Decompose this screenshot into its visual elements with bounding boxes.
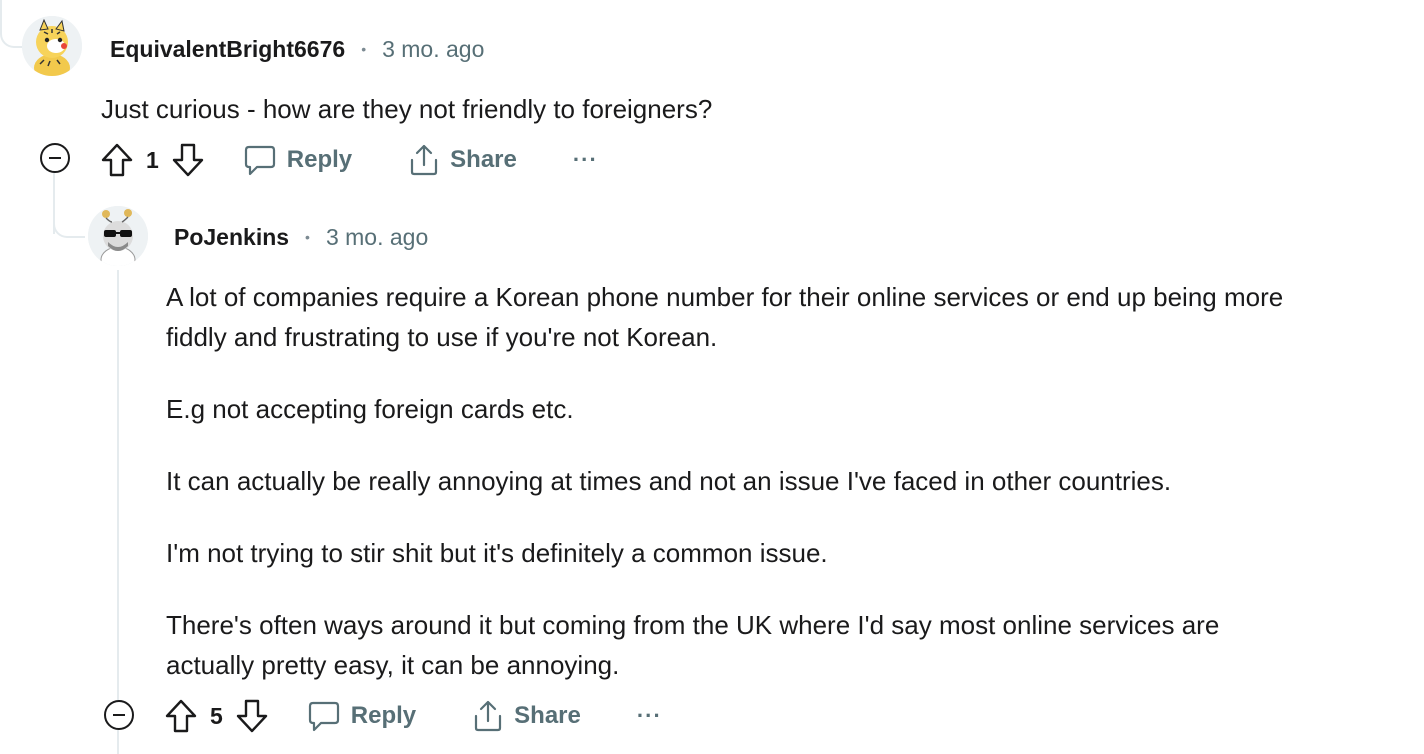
comment-timestamp[interactable]: 3 mo. ago	[382, 36, 484, 63]
comment-meta: PoJenkins • 3 mo. ago	[174, 220, 428, 254]
thread-connector-top	[0, 0, 22, 48]
comment-paragraph: There's often ways around it but coming …	[166, 605, 1283, 685]
more-options-button[interactable]: ···	[573, 147, 598, 173]
share-upload-icon	[475, 700, 502, 732]
downvote-button[interactable]	[235, 698, 269, 734]
thread-line-comment-2	[117, 270, 119, 700]
minus-circle-icon	[49, 157, 61, 159]
arrow-down-outline-icon	[172, 143, 203, 177]
downvote-button[interactable]	[171, 142, 205, 178]
upvote-button[interactable]	[100, 142, 134, 178]
reply-label: Reply	[286, 146, 353, 173]
comment-line: actually pretty easy, it can be annoying…	[166, 650, 620, 680]
minus-circle-icon	[113, 714, 125, 716]
share-button[interactable]: Share	[472, 699, 581, 733]
meta-separator: •	[305, 229, 310, 245]
author-name[interactable]: EquivalentBright6676	[110, 36, 345, 63]
comment-paragraph: I'm not trying to stir shit but it's def…	[166, 538, 828, 568]
share-button[interactable]: Share	[408, 143, 517, 177]
vote-group: 5	[164, 698, 269, 734]
thread-line-comment-2-bottom	[117, 730, 119, 754]
comment-body: A lot of companies require a Korean phon…	[166, 277, 1283, 685]
speech-bubble-icon	[308, 701, 339, 732]
author-name[interactable]: PoJenkins	[174, 224, 289, 251]
upvote-button[interactable]	[164, 698, 198, 734]
thread-elbow-reply	[53, 200, 85, 238]
more-options-button[interactable]: ···	[637, 703, 662, 729]
arrow-up-outline-icon	[101, 143, 133, 177]
reply-button[interactable]: Reply	[243, 143, 352, 177]
vote-score: 1	[146, 146, 159, 173]
vote-group: 1	[100, 142, 205, 178]
comment-line: fiddly and frustrating to use if you're …	[166, 322, 718, 352]
comment-paragraph: It can actually be really annoying at ti…	[166, 466, 1172, 496]
arrow-down-outline-icon	[236, 699, 267, 733]
comment-actions: 5 Reply Share ···	[164, 696, 662, 736]
comment-body: Just curious - how are they not friendly…	[101, 89, 712, 129]
share-label: Share	[450, 146, 517, 173]
avatar-sunglasses-icon	[88, 206, 148, 266]
comment-paragraph: E.g not accepting foreign cards etc.	[166, 394, 574, 424]
comment-line: A lot of companies require a Korean phon…	[166, 282, 1284, 312]
comment-actions: 1 Reply Share ···	[100, 140, 598, 180]
collapse-button[interactable]	[104, 700, 134, 730]
comment-line: There's often ways around it but coming …	[166, 610, 1220, 640]
share-upload-icon	[411, 144, 438, 176]
share-label: Share	[514, 702, 581, 729]
comment-paragraph: A lot of companies require a Korean phon…	[166, 277, 1283, 357]
avatar[interactable]	[88, 206, 148, 266]
reply-label: Reply	[350, 702, 417, 729]
comment-meta: EquivalentBright6676 • 3 mo. ago	[110, 32, 484, 66]
comment-paragraph: Just curious - how are they not friendly…	[101, 94, 713, 124]
vote-score: 5	[210, 702, 223, 729]
avatar-tiger-icon	[22, 16, 82, 76]
collapse-button[interactable]	[40, 143, 70, 173]
reply-button[interactable]: Reply	[307, 699, 416, 733]
meta-separator: •	[361, 41, 367, 57]
arrow-up-outline-icon	[165, 699, 197, 733]
speech-bubble-icon	[244, 145, 275, 176]
comment-timestamp[interactable]: 3 mo. ago	[326, 224, 428, 251]
avatar[interactable]	[22, 16, 82, 76]
